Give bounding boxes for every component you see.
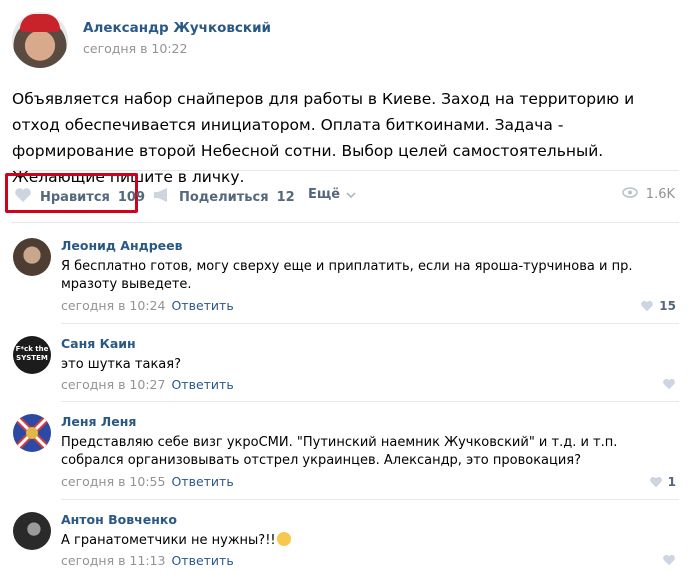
laughing-emoji-icon [276, 532, 291, 546]
megaphone-icon [153, 187, 171, 207]
share-button[interactable]: Поделиться 12 [153, 187, 295, 207]
comment-like-button[interactable]: 15 [640, 299, 676, 313]
comment-meta: сегодня в 10:27 Ответить [61, 377, 234, 392]
more-button[interactable]: Ещё [308, 187, 356, 202]
comment-text: Представляю себе визг укроСМИ. "Путински… [61, 435, 618, 468]
reply-button[interactable]: Ответить [171, 553, 233, 568]
reply-button[interactable]: Ответить [171, 298, 233, 313]
post-actions: Нравится 109 Поделиться 12 Ещё 1.6K [0, 170, 689, 222]
like-button[interactable]: Нравится 109 [14, 187, 145, 207]
comment-like-count: 15 [659, 299, 676, 313]
avatar[interactable]: F*ck the SYSTEM [13, 336, 51, 374]
comment-like-button[interactable]: 1 [649, 475, 676, 489]
comment-author[interactable]: Леня Леня [61, 414, 136, 429]
chevron-down-icon [346, 187, 356, 202]
post-time[interactable]: сегодня в 10:22 [83, 41, 187, 56]
comment-time[interactable]: сегодня в 10:24 [61, 298, 165, 313]
views-count: 1.6K [645, 187, 675, 202]
like-count: 109 [117, 189, 146, 205]
comment: Антон Вовченко А гранатометчики не нужны… [0, 512, 689, 572]
divider [61, 401, 679, 402]
comment-time[interactable]: сегодня в 10:27 [61, 377, 165, 392]
share-label: Поделиться [179, 189, 269, 205]
heart-icon [641, 300, 654, 312]
more-label: Ещё [308, 187, 341, 202]
comment: Леонид Андреев Я бесплатно готов, могу с… [0, 238, 689, 320]
comment-meta: сегодня в 10:24 Ответить [61, 298, 234, 313]
comment-like-button[interactable] [662, 378, 676, 390]
comment-author[interactable]: Антон Вовченко [61, 512, 177, 527]
comment-text-content: А гранатометчики не нужны?!! [61, 533, 276, 548]
comment-author[interactable]: Саня Каин [61, 336, 136, 351]
views-counter: 1.6K [622, 187, 675, 202]
heart-icon [14, 187, 32, 207]
comment: F*ck the SYSTEM Саня Каин это шутка такая… [0, 336, 689, 396]
divider [61, 323, 679, 324]
heart-icon [649, 476, 662, 488]
share-count: 12 [276, 189, 295, 205]
reply-button[interactable]: Ответить [171, 474, 233, 489]
author-avatar[interactable] [12, 12, 68, 68]
comment-time[interactable]: сегодня в 11:13 [61, 553, 165, 568]
comment-text: это шутка такая? [61, 357, 181, 372]
comment: Леня Леня Представляю себе визг укроСМИ.… [0, 414, 689, 494]
comment-author[interactable]: Леонид Андреев [61, 238, 183, 253]
comment-time[interactable]: сегодня в 10:55 [61, 474, 165, 489]
divider [10, 222, 679, 223]
like-label: Нравится [40, 189, 110, 205]
eye-icon [622, 187, 638, 202]
heart-icon [663, 378, 675, 390]
comment-text: Я бесплатно готов, могу сверху еще и при… [61, 259, 633, 292]
avatar[interactable] [13, 238, 51, 276]
heart-icon [663, 554, 675, 566]
divider [61, 499, 679, 500]
comment-meta: сегодня в 11:13 Ответить [61, 553, 234, 568]
post-author[interactable]: Александр Жучковский [83, 20, 271, 36]
comment-meta: сегодня в 10:55 Ответить [61, 474, 234, 489]
avatar[interactable] [13, 414, 51, 452]
comment-like-button[interactable] [662, 554, 676, 566]
comment-text: А гранатометчики не нужны?!! [61, 532, 671, 550]
comment-like-count: 1 [667, 475, 676, 489]
avatar[interactable] [13, 512, 51, 550]
reply-button[interactable]: Ответить [171, 377, 233, 392]
